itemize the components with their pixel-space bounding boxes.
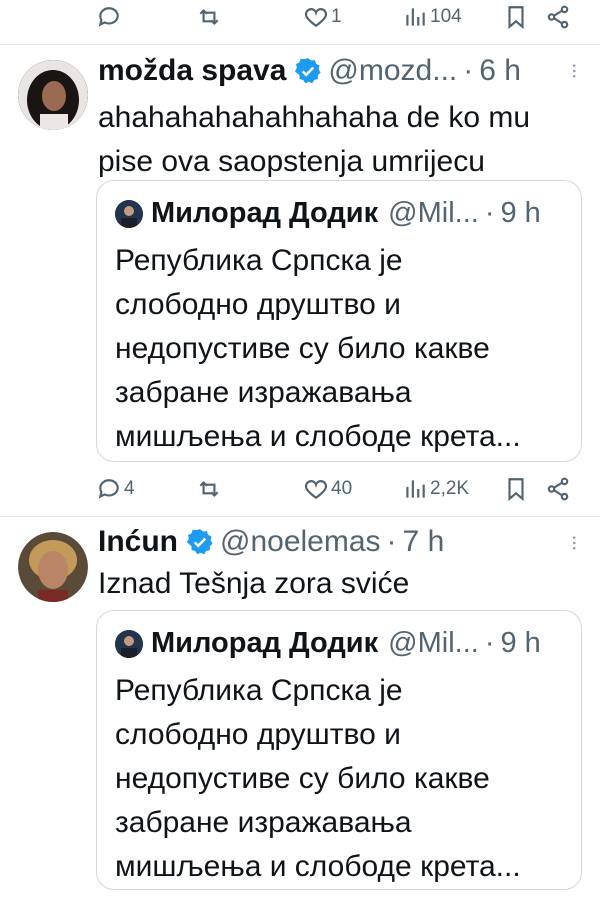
verified-badge-icon — [295, 58, 322, 84]
quoted-timestamp: 9 h — [500, 197, 541, 229]
quoted-tweet-text: Република Српска је слободно друштво и н… — [115, 674, 521, 883]
more-icon[interactable]: ··· — [562, 62, 588, 78]
more-icon[interactable]: ··· — [562, 534, 588, 550]
quoted-tweet-header: Милорад Додик @Mil... · 9 h — [115, 197, 541, 230]
reply-count: 4 — [124, 478, 135, 499]
views-icon — [406, 480, 425, 498]
quoted-timestamp: 9 h — [500, 627, 541, 659]
views-button[interactable]: 104 — [402, 4, 462, 30]
retweet-button[interactable] — [196, 476, 224, 502]
handle[interactable]: @noelemas — [220, 525, 381, 559]
bookmark-button[interactable] — [503, 476, 529, 502]
quoted-display-name: Милорад Додик — [151, 197, 379, 229]
like-count: 1 — [331, 6, 342, 27]
quoted-avatar — [115, 199, 143, 228]
quoted-separator-dot: · — [484, 197, 495, 229]
views-button[interactable]: 2,2K — [402, 476, 469, 502]
tweet-header: Inćun @noelemas · 7 h — [98, 525, 444, 559]
reply-button[interactable]: 4 — [96, 476, 135, 502]
share-button[interactable] — [545, 4, 571, 30]
display-name[interactable]: možda spava — [98, 54, 286, 88]
separator-dot: · — [386, 525, 397, 558]
views-icon — [406, 8, 425, 26]
views-count: 104 — [430, 6, 462, 27]
like-button[interactable]: 1 — [303, 4, 342, 30]
avatar[interactable] — [18, 532, 88, 602]
quoted-handle: @Mil... — [388, 197, 479, 229]
timestamp[interactable]: 7 h — [403, 525, 445, 559]
divider — [0, 44, 600, 45]
tweet-text: Iznad Tešnja zora sviće — [98, 567, 410, 600]
tweet-header: možda spava @mozd... · 6 h — [98, 54, 521, 88]
quoted-separator-dot: · — [484, 627, 495, 659]
bookmark-icon — [508, 6, 524, 30]
tweet-text: ahahahahahahhahaha de ko mu pise ova sao… — [98, 101, 531, 178]
quoted-tweet-header: Милорад Додик @Mil... · 9 h — [115, 627, 541, 660]
share-icon — [547, 5, 569, 29]
divider — [0, 516, 600, 517]
share-button[interactable] — [545, 476, 571, 502]
verified-badge-icon — [186, 529, 213, 555]
views-count: 2,2K — [430, 478, 470, 499]
avatar-image — [18, 60, 88, 130]
retweet-button[interactable] — [196, 4, 224, 30]
share-icon — [547, 477, 569, 501]
handle[interactable]: @mozd... — [328, 54, 457, 88]
quoted-tweet[interactable]: Милорад Додик @Mil... · 9 h Република Ср… — [96, 180, 582, 462]
quoted-tweet[interactable]: Милорад Додик @Mil... · 9 h Република Ср… — [96, 610, 582, 890]
quoted-display-name: Милорад Додик — [151, 627, 379, 659]
quoted-handle: @Mil... — [388, 627, 479, 659]
retweet-icon — [199, 8, 219, 26]
quoted-tweet-text: Република Српска је слободно друштво и н… — [115, 244, 521, 453]
avatar-image — [18, 532, 88, 602]
separator-dot: · — [463, 54, 474, 87]
top-action-bar: 1 104 — [0, 0, 600, 40]
reply-icon — [98, 479, 119, 499]
avatar[interactable] — [18, 60, 88, 130]
like-count: 40 — [331, 478, 353, 499]
bookmark-icon — [508, 478, 524, 502]
reply-button[interactable] — [96, 4, 124, 30]
tweet-1-action-bar: 4 40 2,2K — [0, 472, 600, 512]
like-button[interactable]: 40 — [303, 476, 352, 502]
like-icon — [304, 8, 328, 27]
bookmark-button[interactable] — [503, 4, 529, 30]
retweet-icon — [199, 480, 219, 498]
like-icon — [304, 480, 328, 499]
display-name[interactable]: Inćun — [98, 525, 178, 559]
reply-icon — [98, 7, 119, 27]
timestamp[interactable]: 6 h — [479, 54, 521, 88]
quoted-avatar — [115, 629, 143, 658]
